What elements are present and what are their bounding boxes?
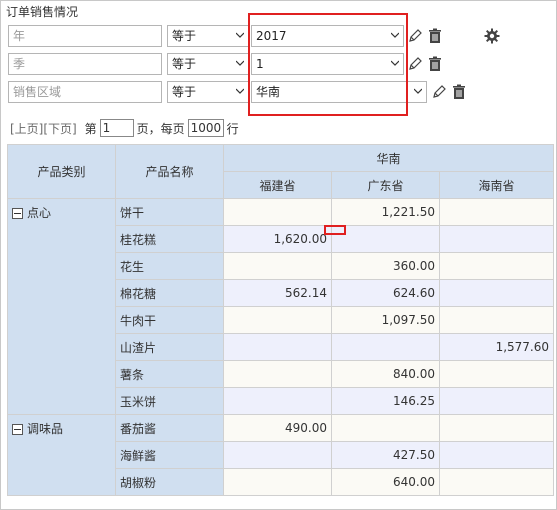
product-name-cell: 桂花糕 xyxy=(115,225,224,253)
value-cell xyxy=(438,441,555,469)
header-product: 产品名称 xyxy=(115,144,224,199)
value-cell xyxy=(331,414,440,442)
header-province: 海南省 xyxy=(438,171,555,199)
header-category: 产品类别 xyxy=(7,144,116,199)
category-label: 调味品 xyxy=(27,422,64,436)
header-province: 福建省 xyxy=(223,171,332,199)
edit-icon[interactable] xyxy=(431,84,447,100)
collapse-icon[interactable] xyxy=(12,424,23,435)
edit-icon[interactable] xyxy=(407,56,423,72)
value-cell: 562.14 xyxy=(223,279,332,307)
product-name-cell: 番茄酱 xyxy=(115,414,224,442)
value-cell xyxy=(438,414,555,442)
value-cell: 840.00 xyxy=(331,360,440,388)
value-cell xyxy=(223,360,332,388)
table-row: 调味品 番茄酱 490.00 xyxy=(7,414,555,496)
value-cell: 490.00 xyxy=(223,414,332,442)
header-region: 华南 xyxy=(222,144,555,172)
filter-field-year[interactable]: 年 xyxy=(8,25,162,47)
header-province: 广东省 xyxy=(331,171,440,199)
highlight-box xyxy=(248,13,408,116)
category-cell: 点心 xyxy=(7,198,116,415)
operator-label: 等于 xyxy=(172,29,197,43)
value-cell: 640.00 xyxy=(331,468,440,496)
chevron-down-icon xyxy=(414,88,422,94)
value-cell: 360.00 xyxy=(331,252,440,280)
category-cell: 调味品 xyxy=(7,414,116,496)
value-cell: 1,097.50 xyxy=(331,306,440,334)
value-cell xyxy=(223,387,332,415)
delete-icon[interactable] xyxy=(427,56,443,72)
value-cell xyxy=(223,306,332,334)
filter-operator-region[interactable]: 等于 xyxy=(167,81,249,103)
value-cell xyxy=(438,468,555,496)
value-cell xyxy=(438,252,555,280)
filter-operator-year[interactable]: 等于 xyxy=(167,25,249,47)
pager: [上页][下页] 第 1 页，每页 1000 行 xyxy=(10,119,239,137)
edit-icon[interactable] xyxy=(407,28,423,44)
page-number-input[interactable]: 1 xyxy=(99,119,134,137)
product-name-cell: 棉花糖 xyxy=(115,279,224,307)
value-cell xyxy=(223,333,332,361)
page-prefix: 第 xyxy=(84,121,97,136)
chevron-down-icon xyxy=(236,60,244,66)
delete-icon[interactable] xyxy=(427,28,443,44)
page-size-input[interactable]: 1000 xyxy=(187,119,224,137)
product-name-cell: 海鲜酱 xyxy=(115,441,224,469)
value-cell: 1,221.50 xyxy=(331,198,440,226)
delete-icon[interactable] xyxy=(451,84,467,100)
table-row: 点心 饼干 1,221.50 xyxy=(7,198,555,415)
value-cell: 1,620.00 xyxy=(223,225,332,253)
rows-unit: 行 xyxy=(226,121,239,136)
highlight-marker xyxy=(324,225,346,235)
filter-operator-quarter[interactable]: 等于 xyxy=(167,53,249,75)
page-suffix: 页，每页 xyxy=(136,121,185,136)
value-cell xyxy=(438,198,555,226)
value-cell xyxy=(438,360,555,388)
value-cell: 146.25 xyxy=(331,387,440,415)
operator-label: 等于 xyxy=(172,85,197,99)
value-cell xyxy=(438,306,555,334)
value-cell xyxy=(438,225,555,253)
value-cell xyxy=(438,279,555,307)
product-name-cell: 山渣片 xyxy=(115,333,224,361)
next-page-link[interactable]: [下页] xyxy=(43,120,76,137)
value-cell: 1,577.60 xyxy=(438,333,555,361)
value-cell: 624.60 xyxy=(331,279,440,307)
value-cell xyxy=(331,333,440,361)
filter-field-quarter[interactable]: 季 xyxy=(8,53,162,75)
value-cell xyxy=(223,441,332,469)
gear-icon[interactable] xyxy=(484,28,500,44)
product-name-cell: 花生 xyxy=(115,252,224,280)
value-cell xyxy=(223,198,332,226)
sales-table: 产品类别 产品名称 华南 福建省 广东省 海南省 点心 饼干 1,221.50 桂花糕… xyxy=(7,144,555,496)
category-label: 点心 xyxy=(27,206,52,220)
operator-label: 等于 xyxy=(172,57,197,71)
filter-field-region[interactable]: 销售区域 xyxy=(8,81,162,103)
value-cell: 427.50 xyxy=(331,441,440,469)
value-cell xyxy=(223,252,332,280)
chevron-down-icon xyxy=(236,32,244,38)
value-cell xyxy=(223,468,332,496)
product-name-cell: 玉米饼 xyxy=(115,387,224,415)
product-name-cell: 饼干 xyxy=(115,198,224,226)
collapse-icon[interactable] xyxy=(12,208,23,219)
product-name-cell: 薯条 xyxy=(115,360,224,388)
report-title: 订单销售情况 xyxy=(6,5,79,19)
product-name-cell: 胡椒粉 xyxy=(115,468,224,496)
prev-page-link[interactable]: [上页] xyxy=(10,120,43,137)
value-cell xyxy=(331,225,440,253)
chevron-down-icon xyxy=(236,88,244,94)
product-name-cell: 牛肉干 xyxy=(115,306,224,334)
value-cell xyxy=(438,387,555,415)
